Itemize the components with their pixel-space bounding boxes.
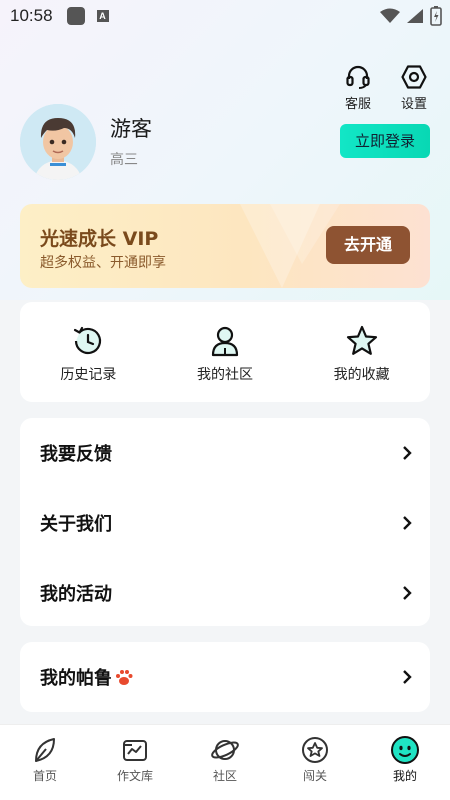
customer-service-button[interactable]: 客服 — [340, 64, 376, 112]
my-favorites-button[interactable]: 我的收藏 — [293, 302, 430, 402]
pet-card: 我的帕鲁 — [20, 642, 430, 712]
my-pet-label: 我的帕鲁 — [40, 668, 112, 689]
history-icon — [74, 326, 102, 355]
history-button[interactable]: 历史记录 — [20, 302, 157, 402]
settings-label: 设置 — [400, 97, 427, 112]
smiley-icon — [391, 736, 419, 764]
my-pet-item[interactable]: 我的帕鲁 — [20, 642, 430, 712]
planet-icon — [211, 740, 239, 760]
tab-home-label: 首页 — [32, 769, 57, 783]
tab-essay-library-label: 作文库 — [116, 769, 153, 783]
history-label: 历史记录 — [60, 367, 117, 383]
my-activities-label: 我的活动 — [40, 584, 112, 605]
status-indicators — [380, 6, 442, 26]
battery-icon — [430, 6, 442, 26]
chevron-right-icon — [403, 446, 412, 460]
tab-challenge-label: 闯关 — [302, 769, 327, 783]
settings-icon — [401, 65, 427, 89]
header-actions: 客服 设置 — [340, 64, 432, 112]
home-leaf-icon — [35, 738, 55, 762]
vip-subtitle: 超多权益、开通即享 — [40, 255, 166, 271]
signal-icon — [407, 9, 423, 23]
tab-mine[interactable]: 我的 — [360, 725, 450, 800]
headset-icon — [346, 65, 370, 89]
star-icon — [346, 325, 377, 355]
my-pet-title: 我的帕鲁 — [40, 664, 134, 690]
avatar[interactable] — [20, 104, 96, 180]
vip-open-button[interactable]: 去开通 — [326, 226, 410, 264]
my-community-label: 我的社区 — [197, 367, 253, 383]
customer-service-label: 客服 — [344, 97, 371, 112]
challenge-star-icon — [302, 737, 328, 763]
vip-title: 光速成长 VIP — [40, 228, 159, 250]
about-us-item[interactable]: 关于我们 — [20, 488, 430, 558]
tab-challenge[interactable]: 闯关 — [270, 725, 360, 800]
person-icon — [211, 326, 239, 357]
user-grade: 高三 — [110, 152, 138, 168]
chevron-right-icon — [403, 670, 412, 684]
tab-community[interactable]: 社区 — [180, 725, 270, 800]
menu-card: 我要反馈 关于我们 我的活动 — [20, 418, 430, 626]
tab-mine-label: 我的 — [392, 769, 417, 783]
tab-home[interactable]: 首页 — [0, 725, 90, 800]
feedback-label: 我要反馈 — [40, 444, 112, 465]
status-time: 10:58 — [10, 6, 53, 25]
my-activities-item[interactable]: 我的活动 — [20, 558, 430, 628]
paw-icon — [116, 670, 133, 685]
my-community-button[interactable]: 我的社区 — [157, 302, 294, 402]
avatar-illustration — [20, 104, 96, 180]
wifi-icon — [380, 8, 400, 23]
user-name: 游客 — [110, 117, 152, 141]
notification-icon — [66, 7, 85, 25]
tab-essay-library[interactable]: 作文库 — [90, 725, 180, 800]
vip-banner[interactable]: 光速成长 VIP 超多权益、开通即享 去开通 — [20, 204, 430, 288]
tab-community-label: 社区 — [212, 769, 237, 783]
chevron-right-icon — [403, 516, 412, 530]
bottom-tab-bar: 首页 作文库 社区 闯关 我的 — [0, 724, 450, 800]
quick-actions-card: 历史记录 我的社区 我的收藏 — [20, 302, 430, 402]
feedback-item[interactable]: 我要反馈 — [20, 418, 430, 488]
essay-library-icon — [123, 740, 147, 761]
app-notification-icon: A — [96, 10, 109, 22]
login-button[interactable]: 立即登录 — [340, 124, 430, 158]
my-favorites-label: 我的收藏 — [333, 367, 390, 383]
about-us-label: 关于我们 — [40, 514, 112, 535]
status-bar: 10:58 A — [0, 0, 450, 32]
chevron-right-icon — [403, 586, 412, 600]
settings-button[interactable]: 设置 — [396, 64, 432, 112]
